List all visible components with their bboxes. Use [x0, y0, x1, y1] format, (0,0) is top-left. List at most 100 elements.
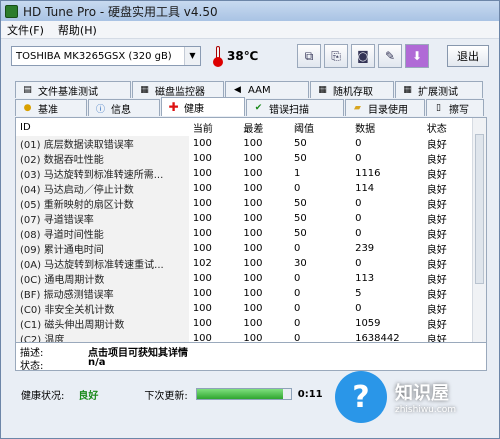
cell-data: 0	[355, 198, 362, 209]
cell-id: (04) 马达启动／停止计数	[16, 181, 189, 196]
vertical-scrollbar[interactable]	[472, 118, 486, 342]
cell-id: (C2) 温度	[16, 331, 189, 342]
cell-data: 0	[355, 303, 362, 314]
cell-worst: 100	[243, 258, 263, 269]
cell-worst: 100	[243, 213, 263, 224]
cell-current: 100	[192, 168, 212, 179]
tab-health[interactable]: ✚ 健康	[161, 97, 245, 116]
cell-data: 0	[355, 213, 362, 224]
tab-folder-usage[interactable]: ▰ 目录使用	[345, 99, 425, 116]
options-icon[interactable]: ✎	[378, 44, 402, 68]
tab-file-benchmark[interactable]: ▤ 文件基准测试	[15, 81, 131, 98]
scrollbar-thumb[interactable]	[475, 134, 484, 284]
bulb-icon: ●	[23, 103, 32, 113]
cell-current: 100	[192, 273, 212, 284]
cell-current: 100	[192, 153, 212, 164]
cell-current: 100	[192, 288, 212, 299]
health-value: 良好	[78, 390, 99, 402]
col-id[interactable]: ID	[16, 118, 189, 136]
table-row[interactable]: (C1) 磁头伸出周期计数 100 100 0 1059 良好	[16, 316, 486, 331]
download-icon[interactable]: ⬇	[405, 44, 429, 68]
cell-current: 100	[192, 183, 212, 194]
watermark-logo-icon: ?	[335, 371, 387, 423]
cell-id: (0A) 马达旋转到标准转速重试...	[16, 256, 189, 271]
table-row[interactable]: (C0) 非安全关机计数 100 100 0 0 良好	[16, 301, 486, 316]
tabs-row-bottom: ● 基准 ⓘ 信息 ✚ 健康 ✔ 错误扫描 ▰ 目录使用 ▯ 擦写	[15, 97, 485, 116]
cell-data: 239	[355, 243, 375, 254]
cell-current: 100	[192, 303, 212, 314]
status-label: 状态:	[20, 361, 44, 372]
cell-threshold: 50	[293, 153, 307, 164]
cell-current: 100	[192, 213, 212, 224]
copy-text-icon[interactable]: ⎘	[324, 44, 348, 68]
camera-icon[interactable]: ◙	[351, 44, 375, 68]
cell-data: 0	[355, 153, 362, 164]
cell-threshold: 50	[293, 228, 307, 239]
health-cross-icon: ✚	[168, 100, 179, 114]
exit-button[interactable]: 退出	[447, 45, 489, 67]
tab-info[interactable]: ⓘ 信息	[88, 99, 160, 116]
cell-threshold: 50	[293, 213, 307, 224]
menu-bar: 文件(F) 帮助(H)	[1, 21, 499, 39]
cell-id: (02) 数据吞吐性能	[16, 151, 189, 166]
table-row[interactable]: (07) 寻道错误率 100 100 50 0 良好	[16, 211, 486, 226]
table-row[interactable]: (08) 寻道时间性能 100 100 50 0 良好	[16, 226, 486, 241]
tab-error-scan[interactable]: ✔ 错误扫描	[246, 99, 344, 116]
tab-aam[interactable]: ◀ AAM	[225, 81, 309, 98]
drive-select[interactable]: TOSHIBA MK3265GSX (320 gB) ▼	[11, 46, 201, 66]
tab-extra-tests[interactable]: ▦ 扩展测试	[395, 81, 483, 98]
table-row[interactable]: (C2) 温度 100 100 0 1638442 良好	[16, 331, 486, 343]
col-worst[interactable]: 最差	[239, 118, 290, 136]
speaker-icon: ◀	[234, 85, 241, 95]
col-data[interactable]: 数据	[351, 118, 423, 136]
cell-id: (07) 寻道错误率	[16, 211, 189, 226]
folder-icon: ▰	[354, 103, 361, 113]
tab-random-access[interactable]: ▦ 随机存取	[310, 81, 394, 98]
table-row[interactable]: (0A) 马达旋转到标准转速重试... 102 100 30 0 良好	[16, 256, 486, 271]
cell-data: 1638442	[355, 333, 400, 343]
cell-threshold: 0	[293, 183, 301, 194]
smart-table-panel: ID 当前 最差 阈值 数据 状态 (01) 底层数据读取错误率 100 100 50…	[15, 117, 487, 343]
update-timer: 0:11	[297, 388, 323, 400]
check-icon: ✔	[254, 103, 263, 113]
cell-worst: 100	[243, 138, 263, 149]
table-row[interactable]: (BF) 振动感测错误率 100 100 0 5 良好	[16, 286, 486, 301]
cell-threshold: 50	[293, 138, 307, 149]
tab-disk-monitor[interactable]: ▦ 磁盘监控器	[132, 81, 224, 98]
cell-current: 100	[192, 198, 212, 209]
menu-file[interactable]: 文件(F)	[7, 22, 44, 38]
app-window: HD Tune Pro - 硬盘实用工具 v4.50 文件(F) 帮助(H) T…	[0, 0, 500, 439]
tab-erase[interactable]: ▯ 擦写	[426, 99, 484, 116]
window-title: HD Tune Pro - 硬盘实用工具 v4.50	[23, 4, 218, 19]
update-progress-bar	[195, 388, 292, 400]
col-threshold[interactable]: 阈值	[290, 118, 351, 136]
table-row[interactable]: (05) 重新映射的扇区计数 100 100 50 0 良好	[16, 196, 486, 211]
cell-data: 113	[355, 273, 375, 284]
thermometer-icon	[213, 46, 223, 67]
grid-icon: ▦	[403, 85, 412, 95]
cell-worst: 100	[243, 183, 263, 194]
cell-threshold: 30	[293, 258, 307, 269]
cell-threshold: 50	[293, 198, 307, 209]
next-update-label: 下次更新:	[144, 390, 188, 402]
cell-data: 114	[355, 183, 375, 194]
cell-worst: 100	[243, 288, 263, 299]
cell-worst: 100	[243, 228, 263, 239]
menu-help[interactable]: 帮助(H)	[58, 22, 97, 38]
table-row[interactable]: (03) 马达旋转到标准转速所需... 100 100 1 1116 良好	[16, 166, 486, 181]
watermark: ? 知识屋 zhishiwu.com	[335, 357, 495, 437]
chevron-down-icon[interactable]: ▼	[184, 47, 200, 65]
cell-data: 1116	[355, 168, 381, 179]
tab-benchmark[interactable]: ● 基准	[15, 99, 87, 116]
table-row[interactable]: (04) 马达启动／停止计数 100 100 0 114 良好	[16, 181, 486, 196]
table-row[interactable]: (02) 数据吞吐性能 100 100 50 0 良好	[16, 151, 486, 166]
table-row[interactable]: (09) 累计通电时间 100 100 0 239 良好	[16, 241, 486, 256]
cell-data: 0	[355, 138, 362, 149]
col-current[interactable]: 当前	[189, 118, 240, 136]
title-bar: HD Tune Pro - 硬盘实用工具 v4.50	[1, 1, 499, 21]
table-row[interactable]: (0C) 通电周期计数 100 100 0 113 良好	[16, 271, 486, 286]
grid-icon: ▦	[318, 85, 327, 95]
health-label: 健康状况:	[21, 390, 65, 402]
table-row[interactable]: (01) 底层数据读取错误率 100 100 50 0 良好	[16, 136, 486, 151]
copy-info-icon[interactable]: ⧉	[297, 44, 321, 68]
